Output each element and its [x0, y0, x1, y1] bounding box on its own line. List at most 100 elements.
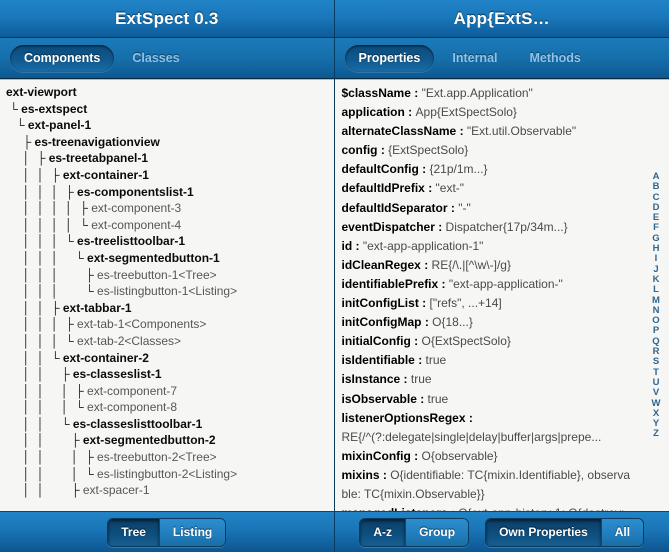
property-row[interactable]: defaultIdPrefix : "ext-" [342, 179, 669, 198]
property-row[interactable]: idCleanRegex : RE{/\.|[^\w\-]/g} [342, 256, 669, 275]
property-value: {ExtSpectSolo} [388, 143, 469, 158]
property-row[interactable]: identifiablePrefix : "ext-app-applicatio… [342, 275, 669, 294]
tree-button[interactable]: Tree [108, 518, 160, 546]
tree-node[interactable]: │ │ │ │ └ ext-component-4 [6, 217, 334, 234]
tree-guide-lines: │ │ ├ [6, 300, 63, 315]
property-separator: : [418, 162, 430, 177]
tree-node[interactable]: │ │ │ ├ ext-tab-1<Components> [6, 316, 334, 333]
tree-node[interactable]: │ │ │ └ es-treelisttoolbar-1 [6, 233, 334, 250]
property-row[interactable]: application : App{ExtSpectSolo} [342, 103, 669, 122]
tree-node[interactable]: │ │ │ ├ ext-component-7 [6, 383, 334, 400]
tree-node-label: es-treelisttoolbar-1 [77, 234, 186, 249]
property-row[interactable]: id : "ext-app-application-1" [342, 237, 669, 256]
property-separator: : [465, 410, 477, 425]
property-name: initConfigMap [341, 315, 422, 330]
tree-guide-lines: │ │ │ ├ [6, 184, 78, 199]
property-name: defaultIdSeparator [341, 200, 448, 215]
tree-node[interactable]: │ │ │ ├ es-componentslist-1 [6, 184, 334, 201]
all-button[interactable]: All [601, 518, 644, 546]
own-properties-button[interactable]: Own Properties [486, 518, 602, 546]
property-separator: : [434, 219, 446, 234]
tree-node-label: ext-tabbar-1 [62, 300, 132, 315]
tree-node[interactable]: │ │ │ ├ es-treebutton-1<Tree> [6, 267, 334, 284]
tree-node[interactable]: │ │ │ ├ es-treebutton-2<Tree> [6, 449, 334, 466]
tree-node-label: ext-tab-1<Components> [77, 317, 207, 332]
tree-node-label: ext-component-7 [87, 383, 178, 398]
property-name: eventDispatcher [341, 219, 435, 234]
property-row[interactable]: isInstance : true [342, 370, 669, 389]
right-titlebar: App{ExtS… [334, 0, 669, 38]
property-row[interactable]: mixins : O{identifiable: TC{mixin.Identi… [342, 466, 669, 504]
property-row[interactable]: mixinConfig : O{observable} [342, 447, 669, 466]
tree-node[interactable]: │ │ │ └ es-listingbutton-2<Listing> [6, 466, 334, 483]
tree-node[interactable]: ext-viewport [6, 84, 334, 101]
left-bottom-toolbar: Tree Listing [0, 511, 334, 552]
property-separator: : [410, 86, 422, 100]
property-name: application [341, 105, 405, 120]
property-row[interactable]: initialConfig : O{ExtSpectSolo} [342, 332, 669, 351]
tree-node[interactable]: │ │ │ └ ext-component-8 [6, 399, 334, 416]
tree-node[interactable]: │ │ ├ ext-spacer-1 [6, 482, 334, 499]
view-mode-segmented-button: Tree Listing [107, 517, 227, 547]
property-value: O{observable} [421, 448, 498, 463]
property-row[interactable]: initConfigList : ["refs", ...+14] [342, 294, 669, 313]
tree-node-label: es-treenavigationview [34, 134, 160, 149]
property-row[interactable]: managedListeners : O{ext-app-history-1: … [342, 504, 669, 511]
property-value: RE{/\.|[^\w\-]/g} [431, 257, 511, 272]
property-value: true [427, 391, 449, 406]
property-separator: : [418, 296, 430, 311]
property-row[interactable]: listenerOptionsRegex : RE{/^(?:delegate|… [342, 409, 669, 447]
tree-guide-lines: │ ├ [6, 151, 49, 166]
property-value: "ext-" [435, 181, 465, 196]
tree-guide-lines: │ │ ├ [6, 483, 83, 498]
components-panel: ExtSpect 0.3 Components Classes ext-viewp… [0, 0, 334, 552]
alpha-index-letter[interactable]: Z [653, 429, 659, 440]
tree-node[interactable]: │ │ ├ ext-container-1 [6, 167, 334, 184]
property-row[interactable]: config : {ExtSpectSolo} [342, 141, 669, 160]
tab-internal[interactable]: Internal [438, 45, 511, 72]
property-row[interactable]: alternateClassName : "Ext.util.Observabl… [342, 122, 669, 141]
tree-node[interactable]: │ │ │ │ ├ ext-component-3 [6, 200, 334, 217]
tree-node[interactable]: │ │ └ ext-container-2 [6, 350, 334, 367]
property-row[interactable]: initConfigMap : O{18...} [342, 313, 669, 332]
a-z-button[interactable]: A-z [360, 518, 407, 546]
tree-node[interactable]: └ es-extspect [6, 101, 334, 118]
group-button[interactable]: Group [406, 518, 469, 546]
selected-object-title: App{ExtS… [453, 8, 550, 28]
scope-mode-segmented-button: Own Properties All [485, 517, 645, 547]
property-row[interactable]: isObservable : true [342, 390, 669, 409]
tab-classes[interactable]: Classes [118, 45, 193, 72]
tree-node-label: es-classeslisttoolbar-1 [72, 416, 203, 431]
tree-node[interactable]: │ │ └ es-classeslisttoolbar-1 [6, 416, 334, 433]
tree-node[interactable]: │ │ ├ ext-segmentedbutton-2 [6, 432, 334, 449]
tree-guide-lines: │ │ │ └ [6, 333, 78, 348]
tree-node-label: ext-spacer-1 [82, 483, 150, 498]
property-name: identifiablePrefix [341, 276, 439, 291]
tree-guide-lines: │ │ │ └ [6, 250, 88, 265]
listing-button[interactable]: Listing [159, 518, 226, 546]
property-row[interactable]: eventDispatcher : Dispatcher{17p/34m...} [342, 218, 669, 237]
property-name: config [341, 143, 378, 158]
tree-node[interactable]: └ ext-panel-1 [6, 117, 334, 134]
properties-list[interactable]: ABCDEFGHIJKLMNOPQRSTUVWXYZ $className : … [334, 79, 669, 511]
tab-components[interactable]: Components [10, 44, 115, 72]
tree-node[interactable]: │ │ │ └ ext-tab-2<Classes> [6, 333, 334, 350]
property-value: ["refs", ...+14] [429, 296, 502, 311]
tree-node[interactable]: │ ├ es-treetabpanel-1 [6, 150, 334, 167]
tree-node[interactable]: │ │ ├ es-classeslist-1 [6, 366, 334, 383]
tree-node[interactable]: │ │ │ └ es-listingbutton-1<Listing> [6, 283, 334, 300]
tree-node[interactable]: │ │ ├ ext-tabbar-1 [6, 300, 334, 317]
component-tree[interactable]: ext-viewport └ es-extspect └ ext-panel-1… [0, 79, 334, 511]
tree-node[interactable]: │ │ │ └ ext-segmentedbutton-1 [6, 250, 334, 267]
property-row[interactable]: $className : "Ext.app.Application" [342, 84, 669, 103]
property-name: isIdentifiable [341, 353, 415, 368]
property-row[interactable]: defaultIdSeparator : "-" [342, 199, 669, 218]
tab-methods[interactable]: Methods [516, 45, 595, 72]
property-value: "Ext.util.Observable" [466, 124, 577, 139]
tree-node[interactable]: ├ es-treenavigationview [6, 134, 334, 151]
alphabet-index[interactable]: ABCDEFGHIJKLMNOPQRSTUVWXYZ [649, 171, 663, 440]
alpha-index-letter[interactable]: V [653, 387, 659, 398]
property-row[interactable]: isIdentifiable : true [342, 351, 669, 370]
property-row[interactable]: defaultConfig : {21p/1m...} [342, 160, 669, 179]
tab-properties[interactable]: Properties [344, 44, 435, 72]
